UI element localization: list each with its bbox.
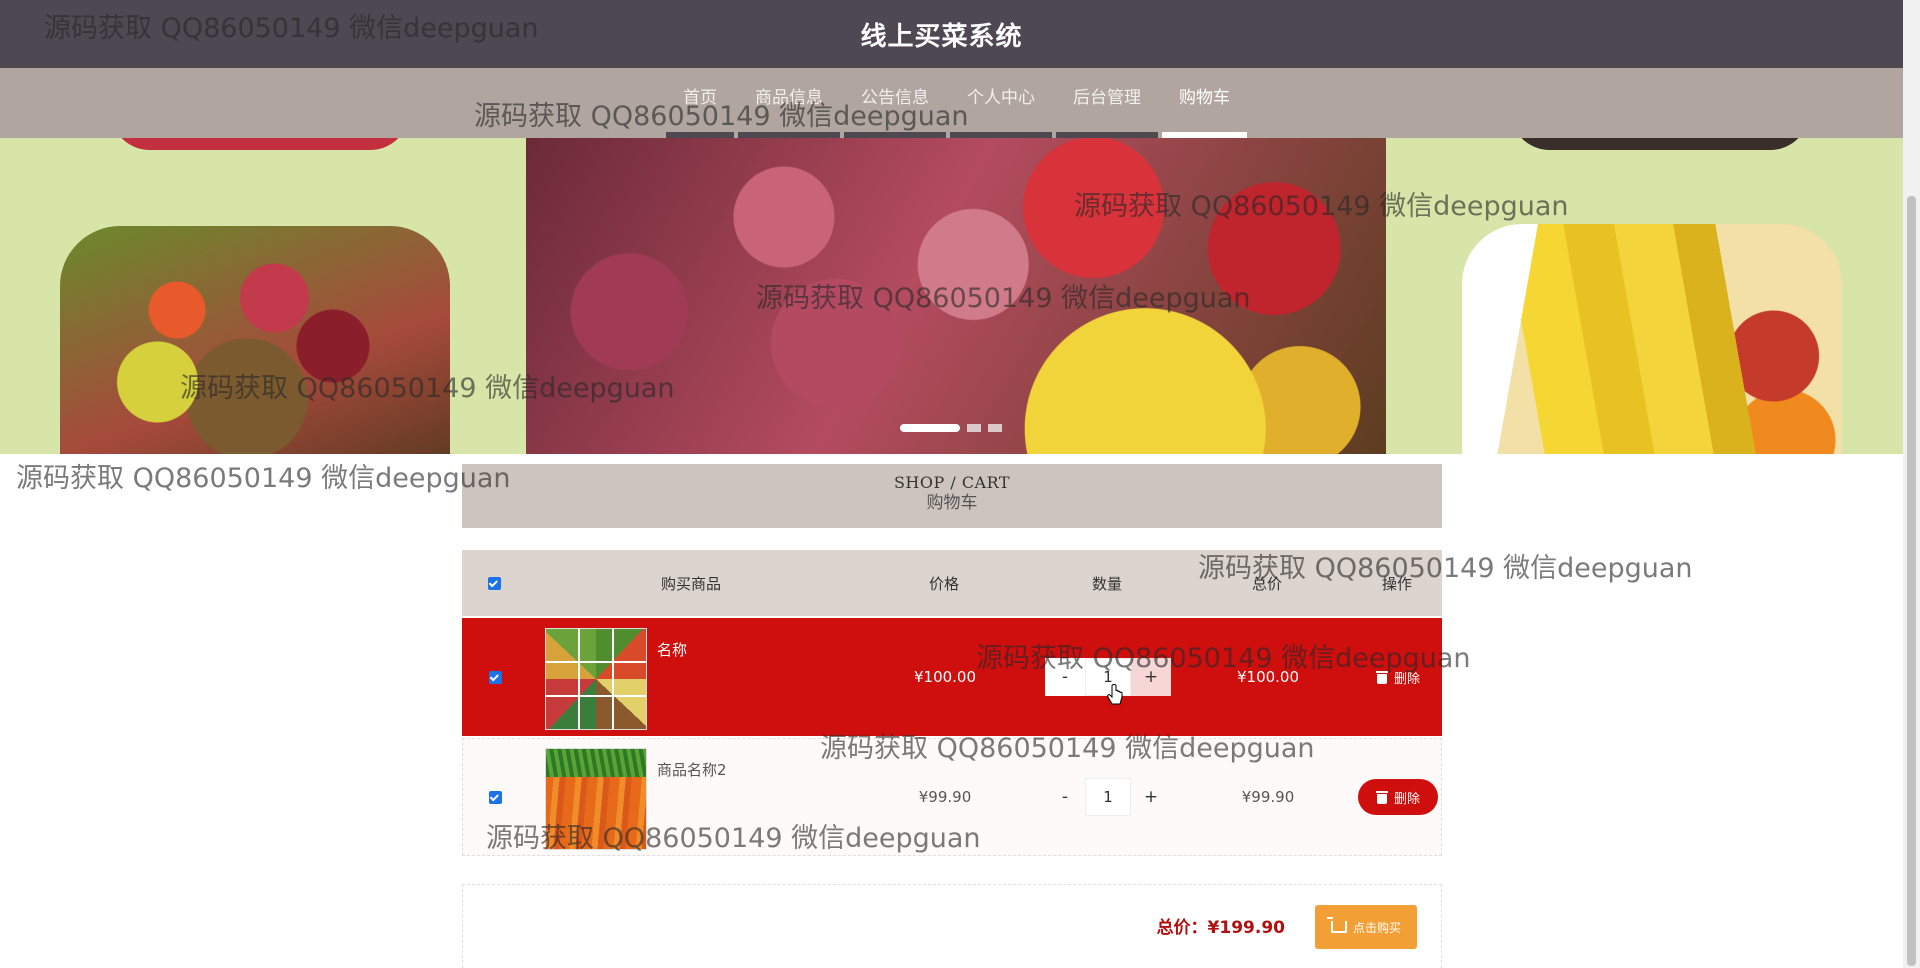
cart-icon <box>1326 917 1347 933</box>
column-quantity: 数量 <box>1091 574 1122 593</box>
watermark: 源码获取 QQ86050149 微信deepguan <box>16 463 511 494</box>
banner-main-fruit-image <box>526 138 1386 454</box>
carousel-dot-3[interactable] <box>988 424 1002 432</box>
delete-label: 删除 <box>1393 791 1420 807</box>
item-subtotal: ¥99.90 <box>1241 788 1295 806</box>
product-name[interactable]: 商品名称2 <box>657 759 727 780</box>
delete-button[interactable]: 删除 <box>1357 779 1438 815</box>
column-price: 价格 <box>928 574 959 593</box>
decrease-button[interactable]: - <box>1045 658 1085 696</box>
banner-left-fruit-image <box>60 226 450 454</box>
section-title: SHOP / CART 购物车 <box>462 464 1442 528</box>
scrollbar-thumb[interactable] <box>1907 196 1916 966</box>
page-scrollbar[interactable] <box>1903 0 1920 968</box>
column-total: 总价 <box>1251 574 1282 593</box>
main-nav: 首页 商品信息 公告信息 个人中心 后台管理 购物车 <box>0 68 1903 138</box>
increase-button[interactable]: + <box>1131 778 1171 816</box>
product-name[interactable]: 名称 <box>657 639 687 660</box>
carousel-dot-2[interactable] <box>967 424 981 432</box>
carousel-indicators <box>900 424 1002 432</box>
banner-right-fruit-top <box>1510 138 1810 150</box>
column-action: 操作 <box>1381 574 1412 593</box>
banner-carousel[interactable] <box>0 138 1903 454</box>
buy-button-label: 点击购买 <box>1352 920 1401 935</box>
decrease-button[interactable]: - <box>1045 778 1085 816</box>
column-product: 购买商品 <box>660 574 721 593</box>
item-checkbox[interactable] <box>488 670 502 684</box>
section-title-en: SHOP / CART <box>893 473 1011 492</box>
nav-item-announcements[interactable]: 公告信息 <box>844 68 946 138</box>
cart-row: 名称 ¥100.00 - 1 + ¥100.00 删除 <box>462 618 1442 736</box>
trash-icon <box>1375 670 1388 684</box>
hand-pointer-icon <box>1107 684 1123 705</box>
select-all-checkbox[interactable] <box>487 576 501 590</box>
top-header: 线上买菜系统 <box>0 0 1903 68</box>
nav-item-products[interactable]: 商品信息 <box>738 68 840 138</box>
banner-left-fruit-top <box>110 138 410 150</box>
quantity-input[interactable]: 1 <box>1085 778 1131 816</box>
product-price: ¥99.90 <box>918 788 972 806</box>
item-checkbox[interactable] <box>488 790 502 804</box>
cart-table: 购买商品 价格 数量 总价 操作 名称 ¥100.00 - 1 + ¥100.0… <box>462 550 1442 856</box>
quantity-stepper: - 1 + <box>1045 778 1171 816</box>
buy-button[interactable]: 点击购买 <box>1315 905 1417 949</box>
site-title: 线上买菜系统 <box>860 21 1023 52</box>
banner-right-fruit-image <box>1462 224 1842 454</box>
nav-item-profile[interactable]: 个人中心 <box>950 68 1052 138</box>
carousel-dot-1[interactable] <box>900 424 960 432</box>
cart-row: 商品名称2 ¥99.90 - 1 + ¥99.90 删除 <box>462 738 1442 856</box>
cart-table-header: 购买商品 价格 数量 总价 操作 <box>462 550 1442 616</box>
nav-item-cart[interactable]: 购物车 <box>1162 68 1247 138</box>
cart-total: 总价：¥199.90 <box>1156 918 1285 938</box>
delete-label: 删除 <box>1393 671 1420 687</box>
section-title-zh: 购物车 <box>926 493 978 513</box>
cart-footer: 总价：¥199.90 点击购买 <box>462 884 1442 968</box>
nav-item-admin[interactable]: 后台管理 <box>1056 68 1158 138</box>
product-thumbnail[interactable] <box>545 628 647 730</box>
trash-icon <box>1375 790 1388 804</box>
product-thumbnail[interactable] <box>545 748 647 850</box>
nav-item-home[interactable]: 首页 <box>666 68 734 138</box>
item-subtotal: ¥100.00 <box>1236 668 1300 686</box>
delete-button[interactable]: 删除 <box>1358 659 1438 695</box>
increase-button[interactable]: + <box>1131 658 1171 696</box>
product-price: ¥100.00 <box>913 668 977 686</box>
